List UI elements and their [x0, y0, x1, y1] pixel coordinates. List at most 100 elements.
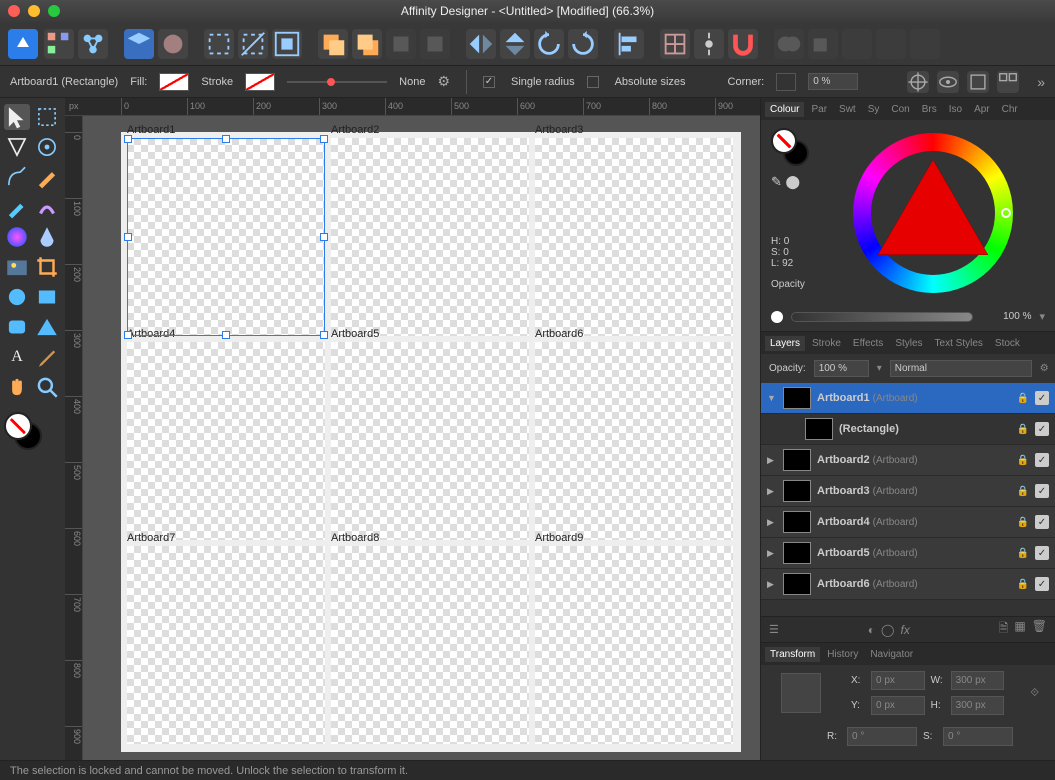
- artboard[interactable]: Artboard6: [535, 342, 733, 540]
- panel-tab[interactable]: Effects: [848, 336, 888, 351]
- visibility-checkbox[interactable]: ✓: [1035, 546, 1049, 560]
- s-input[interactable]: [943, 727, 1013, 746]
- artboard[interactable]: Artboard8: [331, 546, 529, 744]
- app-logo-icon[interactable]: [8, 29, 38, 59]
- absolute-sizes-checkbox[interactable]: [587, 76, 599, 88]
- lock-icon[interactable]: 🔒: [1017, 579, 1029, 590]
- pencil-tool-icon[interactable]: [34, 164, 60, 190]
- deselect-icon[interactable]: [238, 29, 268, 59]
- panel-tab[interactable]: Stock: [990, 336, 1025, 351]
- layer-row[interactable]: ▶ Artboard3 (Artboard) 🔒 ✓: [761, 476, 1055, 507]
- expand-arrow-icon[interactable]: ▼: [767, 393, 777, 403]
- expand-arrow-icon[interactable]: ▶: [767, 579, 777, 590]
- grid-icon[interactable]: [660, 29, 690, 59]
- boolean-div-icon[interactable]: [910, 29, 940, 59]
- lock-icon[interactable]: 🔒: [1017, 424, 1029, 435]
- layer-row[interactable]: ▶ Artboard5 (Artboard) 🔒 ✓: [761, 538, 1055, 569]
- artboard[interactable]: Artboard9: [535, 546, 733, 744]
- colour-triangle[interactable]: [878, 160, 988, 255]
- expand-arrow-icon[interactable]: ▶: [767, 455, 777, 466]
- snap-point-icon[interactable]: [694, 29, 724, 59]
- crop-tool-icon[interactable]: [34, 254, 60, 280]
- fg-color-icon[interactable]: [4, 412, 32, 440]
- minimize-icon[interactable]: [28, 5, 40, 17]
- hue-marker-icon[interactable]: [1001, 208, 1011, 218]
- place-image-tool-icon[interactable]: [4, 254, 30, 280]
- r-input[interactable]: [847, 727, 917, 746]
- new-layer-icon[interactable]: [124, 29, 154, 59]
- brush-tool-icon[interactable]: [4, 194, 30, 220]
- boolean-int-icon[interactable]: [842, 29, 872, 59]
- select-all-icon[interactable]: [204, 29, 234, 59]
- node-tool-icon[interactable]: [4, 134, 30, 160]
- expand-arrow-icon[interactable]: ▶: [767, 517, 777, 528]
- rounded-rect-tool-icon[interactable]: [4, 314, 30, 340]
- panel-tab[interactable]: Apr: [969, 102, 995, 117]
- artboard-label[interactable]: Artboard3: [535, 124, 583, 136]
- gear-icon[interactable]: ⚙: [437, 73, 450, 90]
- layer-row[interactable]: (Rectangle) 🔒 ✓: [761, 414, 1055, 445]
- boolean-add-icon[interactable]: [774, 29, 804, 59]
- target-icon[interactable]: [907, 71, 929, 93]
- frame-icon[interactable]: [967, 71, 989, 93]
- color-picker-swatches[interactable]: [4, 412, 48, 456]
- visibility-checkbox[interactable]: ✓: [1035, 391, 1049, 405]
- artboard-label[interactable]: Artboard2: [331, 124, 379, 136]
- close-icon[interactable]: [8, 5, 20, 17]
- lock-icon[interactable]: 🔒: [1017, 486, 1029, 497]
- layer-opacity-input[interactable]: [814, 360, 869, 377]
- panel-tab[interactable]: Stroke: [807, 336, 846, 351]
- anchor-point-selector[interactable]: [781, 673, 821, 713]
- lock-icon[interactable]: 🔒: [1017, 548, 1029, 559]
- x-input[interactable]: [871, 671, 925, 690]
- stroke-swatch[interactable]: [245, 73, 275, 91]
- panel-tab[interactable]: Swt: [834, 102, 861, 117]
- fill-tool-icon[interactable]: [4, 224, 30, 250]
- flip-h-icon[interactable]: [466, 29, 496, 59]
- lock-icon[interactable]: 🔒: [1017, 393, 1029, 404]
- boolean-sub-icon[interactable]: [808, 29, 838, 59]
- arrange-back-icon[interactable]: [352, 29, 382, 59]
- panel-tab[interactable]: Layers: [765, 336, 805, 351]
- eyedropper-small-icon[interactable]: ✎ ⬤: [771, 174, 800, 190]
- artboard[interactable]: Artboard4: [127, 342, 325, 540]
- dashboard-icon[interactable]: [997, 71, 1019, 93]
- persona-export-icon[interactable]: [78, 29, 108, 59]
- layer-row[interactable]: ▶ Artboard4 (Artboard) 🔒 ✓: [761, 507, 1055, 538]
- flip-v-icon[interactable]: [500, 29, 530, 59]
- artboard-label[interactable]: Artboard5: [331, 328, 379, 340]
- stroke-width-slider[interactable]: [287, 81, 387, 83]
- visibility-checkbox[interactable]: ✓: [1035, 453, 1049, 467]
- layer-row[interactable]: ▶ Artboard6 (Artboard) 🔒 ✓: [761, 569, 1055, 600]
- panel-tab[interactable]: Par: [806, 102, 832, 117]
- panel-tab[interactable]: History: [822, 647, 863, 662]
- single-radius-checkbox[interactable]: [483, 76, 495, 88]
- stack-icon[interactable]: ☰: [769, 623, 779, 636]
- colour-swatches[interactable]: [771, 128, 811, 168]
- add-pixel-layer-icon[interactable]: ▦: [1014, 619, 1025, 640]
- arrange-bwd-icon[interactable]: [420, 29, 450, 59]
- colour-wheel[interactable]: [821, 128, 1045, 298]
- hand-tool-icon[interactable]: [4, 374, 30, 400]
- arrange-front-icon[interactable]: [318, 29, 348, 59]
- persona-pixel-icon[interactable]: [44, 29, 74, 59]
- artboard-label[interactable]: Artboard4: [127, 328, 175, 340]
- eyedropper-icon[interactable]: [34, 344, 60, 370]
- move-tool-icon[interactable]: [4, 104, 30, 130]
- chevron-down-icon[interactable]: ▾: [877, 363, 882, 374]
- rectangle-tool-icon[interactable]: [34, 284, 60, 310]
- panel-tab[interactable]: Navigator: [865, 647, 918, 662]
- visibility-checkbox[interactable]: ✓: [1035, 577, 1049, 591]
- vector-brush-icon[interactable]: [34, 194, 60, 220]
- artboard-label[interactable]: Artboard1: [127, 124, 175, 136]
- w-input[interactable]: [951, 671, 1005, 690]
- artboard-label[interactable]: Artboard6: [535, 328, 583, 340]
- chevron-down-icon[interactable]: ▾: [1039, 310, 1045, 323]
- blend-mode-select[interactable]: [890, 360, 1032, 377]
- panel-tab[interactable]: Chr: [997, 102, 1023, 117]
- expand-arrow-icon[interactable]: ▶: [767, 486, 777, 497]
- rotate-ccw-icon[interactable]: [534, 29, 564, 59]
- visibility-checkbox[interactable]: ✓: [1035, 484, 1049, 498]
- artboard[interactable]: Artboard7: [127, 546, 325, 744]
- mask-icon[interactable]: [158, 29, 188, 59]
